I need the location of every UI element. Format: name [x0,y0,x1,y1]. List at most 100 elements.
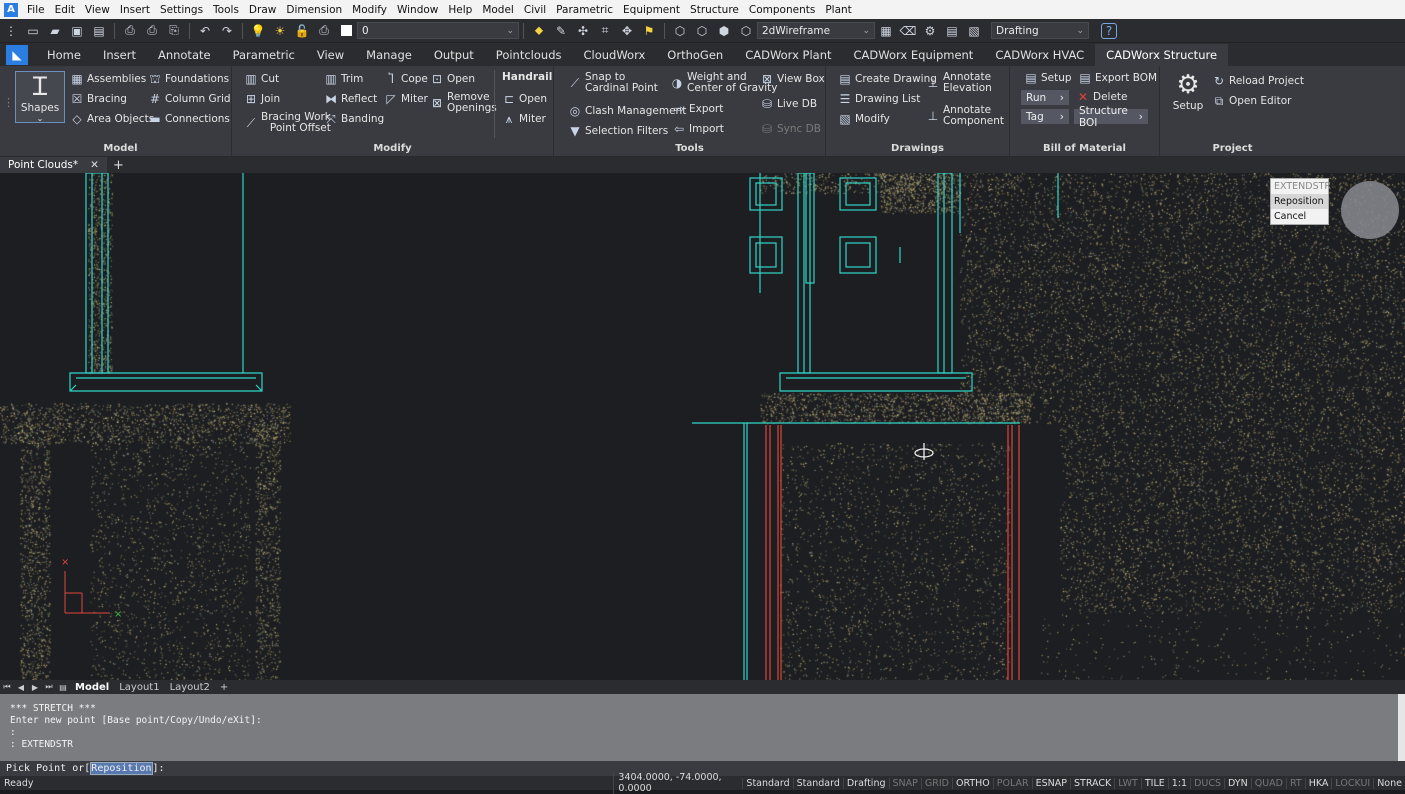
app-menu-icon[interactable]: ◣ [6,45,28,65]
status-toggle-snap[interactable]: SNAP [888,777,921,789]
bom-setup-button[interactable]: ▤ Setup [1024,71,1071,85]
layout-list-icon[interactable]: ▤ [57,681,69,693]
context-item-reposition[interactable]: Reposition [1271,194,1328,209]
connections-button[interactable]: ▬ Connections [148,112,230,126]
status-toggle-rt[interactable]: RT [1285,777,1305,789]
status-toggle-grid[interactable]: GRID [920,777,952,789]
menu-item-file[interactable]: File [22,4,50,16]
tab-parametric[interactable]: Parametric [222,44,306,66]
annotate-elevation-button[interactable]: ⊥ Annotate Elevation [926,72,992,94]
status-toggle-1-1[interactable]: 1:1 [1167,777,1190,789]
tab-manage[interactable]: Manage [355,44,423,66]
tab-pointclouds[interactable]: Pointclouds [485,44,573,66]
view-front-icon[interactable]: ⬡ [694,23,710,39]
add-layout-icon[interactable]: + [215,682,233,693]
layer-color-icon[interactable] [338,23,354,39]
print-preview-icon[interactable]: ⎙ [144,23,160,39]
column-grid-button[interactable]: # Column Grid [148,92,231,106]
next-layout-icon[interactable]: ▶ [29,681,41,693]
status-toggle-quad[interactable]: QUAD [1250,777,1286,789]
view-box-button[interactable]: ⊠ View Box [760,72,825,86]
structure-bom-button[interactable]: Structure BOI › [1074,105,1148,129]
remove-openings-button[interactable]: ⊠ Remove Openings [430,92,497,114]
redo-icon[interactable]: ↷ [219,23,235,39]
create-drawing-button[interactable]: ▤ Create Drawing [838,72,937,86]
tab-cadworx-plant[interactable]: CADWorx Plant [734,44,842,66]
live-db-button[interactable]: ⛁ Live DB [760,97,817,111]
tag-button[interactable]: Tag › [1021,109,1069,124]
reflect-button[interactable]: ⧓ Reflect [324,92,377,106]
tab-cadworx-equipment[interactable]: CADWorx Equipment [843,44,985,66]
menu-item-view[interactable]: View [80,4,115,16]
prev-layout-icon[interactable]: ◀ [15,681,27,693]
layout-tab-layout2[interactable]: Layout2 [165,682,215,693]
reload-project-button[interactable]: ↻ Reload Project [1212,74,1304,88]
publish-icon[interactable]: ⎘ [166,23,182,39]
plant-tool-icon[interactable]: ⚑ [641,23,657,39]
settings-icon[interactable]: ⚙ [922,23,938,39]
join-button[interactable]: ⊞ Join [244,92,280,106]
menu-item-help[interactable]: Help [443,4,477,16]
menu-item-model[interactable]: Model [477,4,519,16]
properties-icon[interactable]: ▦ [878,23,894,39]
handrail-miter-button[interactable]: ⩚ Miter [502,112,546,126]
tab-cadworx-hvac[interactable]: CADWorx HVAC [984,44,1095,66]
doc-tab-point-clouds[interactable]: Point Clouds* ✕ [0,157,107,173]
menu-item-modify[interactable]: Modify [347,4,392,16]
menu-item-equipment[interactable]: Equipment [618,4,685,16]
cope-button[interactable]: Ⴈ Cope [384,72,428,86]
banding-button[interactable]: ⤧ Banding [324,112,384,126]
layer-lock-icon[interactable]: 🔓 [294,23,310,39]
menu-item-window[interactable]: Window [392,4,443,16]
close-icon[interactable]: ✕ [90,159,99,171]
foundations-button[interactable]: ⛫ Foundations [148,72,229,86]
status-toggle-esnap[interactable]: ESNAP [1031,777,1070,789]
status-toggle-polar[interactable]: POLAR [992,777,1032,789]
visual-style-dropdown[interactable]: 2dWireframe ⌄ [757,22,875,39]
drawings-modify-button[interactable]: ▧ Modify [838,112,889,126]
match-properties-icon[interactable]: ⬥ [531,23,547,39]
sync-db-button[interactable]: ⛁ Sync DB [760,122,821,136]
menu-item-structure[interactable]: Structure [685,4,744,16]
layout-tab-model[interactable]: Model [70,682,114,693]
layout-tab-layout1[interactable]: Layout1 [114,682,164,693]
layer-print-icon[interactable]: ⎙ [316,23,332,39]
status-toggle-drafting[interactable]: Drafting [842,777,889,789]
app-logo-icon[interactable]: A [4,2,18,17]
status-toggle-tile[interactable]: TILE [1140,777,1168,789]
status-toggle-ducs[interactable]: DUCS [1190,777,1224,789]
help-icon[interactable]: ? [1101,22,1117,39]
status-toggle-strack[interactable]: STRACK [1069,777,1114,789]
calculator-icon[interactable]: ▤ [944,23,960,39]
tab-orthogen[interactable]: OrthoGen [656,44,734,66]
view-cube-icon[interactable]: ⬡ [672,23,688,39]
run-button[interactable]: Run › [1021,90,1069,105]
cut-button[interactable]: ▥ Cut [244,72,279,86]
area-objects-button[interactable]: ◇ Area Objects [70,112,154,126]
status-toggle-standard[interactable]: Standard [792,777,843,789]
tab-annotate[interactable]: Annotate [147,44,222,66]
new-icon[interactable]: ▭ [25,23,41,39]
menu-item-components[interactable]: Components [744,4,820,16]
image-icon[interactable]: ▧ [966,23,982,39]
layer-freeze-icon[interactable]: ☀ [272,23,288,39]
status-toggle-none[interactable]: None [1373,777,1405,789]
measure-icon[interactable]: ✥ [619,23,635,39]
save-icon[interactable]: ▣ [69,23,85,39]
bracing-work-point-offset-button[interactable]: ⟋ Bracing Work Point Offset [244,112,331,134]
last-layout-icon[interactable]: ⏭ [43,681,55,693]
assemblies-button[interactable]: ▦ Assemblies [70,72,146,86]
context-item-cancel[interactable]: Cancel [1271,209,1328,224]
view-top-icon[interactable]: ⬢ [716,23,732,39]
clash-management-button[interactable]: ◎ Clash Management [568,104,687,118]
layer-on-icon[interactable]: 💡 [250,23,266,39]
tab-insert[interactable]: Insert [92,44,147,66]
layer-dropdown[interactable]: 0 ⌄ [357,22,519,39]
status-toggle-lwt[interactable]: LWT [1114,777,1141,789]
menu-item-civil[interactable]: Civil [519,4,551,16]
undo-icon[interactable]: ↶ [197,23,213,39]
open-icon[interactable]: ▰ [47,23,63,39]
menu-item-settings[interactable]: Settings [155,4,208,16]
erase-icon[interactable]: ⌫ [900,23,917,39]
command-history-scrollbar[interactable] [1398,694,1405,761]
